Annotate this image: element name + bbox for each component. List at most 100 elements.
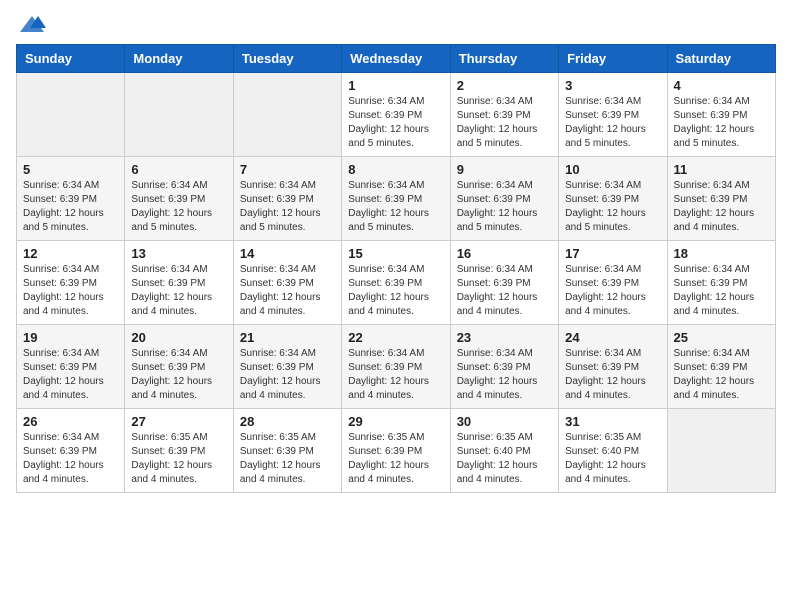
day-number: 2 <box>457 78 552 93</box>
day-number: 26 <box>23 414 118 429</box>
calendar-cell: 7 Sunrise: 6:34 AM Sunset: 6:39 PM Daylig… <box>233 157 341 241</box>
calendar-cell <box>233 73 341 157</box>
day-number: 30 <box>457 414 552 429</box>
calendar-cell: 14 Sunrise: 6:34 AM Sunset: 6:39 PM Dayli… <box>233 241 341 325</box>
day-number: 4 <box>674 78 769 93</box>
day-number: 23 <box>457 330 552 345</box>
day-number: 8 <box>348 162 443 177</box>
day-info: Sunrise: 6:34 AM Sunset: 6:39 PM Dayligh… <box>674 263 769 319</box>
calendar-cell: 30 Sunrise: 6:35 AM Sunset: 6:40 PM Dayli… <box>450 409 558 493</box>
calendar-weekday-header: Thursday <box>450 45 558 73</box>
calendar-header-row: SundayMondayTuesdayWednesdayThursdayFrid… <box>17 45 776 73</box>
day-info: Sunrise: 6:34 AM Sunset: 6:39 PM Dayligh… <box>565 179 660 235</box>
calendar-cell: 6 Sunrise: 6:34 AM Sunset: 6:39 PM Daylig… <box>125 157 233 241</box>
calendar-cell: 5 Sunrise: 6:34 AM Sunset: 6:39 PM Daylig… <box>17 157 125 241</box>
day-info: Sunrise: 6:34 AM Sunset: 6:39 PM Dayligh… <box>348 263 443 319</box>
day-info: Sunrise: 6:34 AM Sunset: 6:39 PM Dayligh… <box>348 347 443 403</box>
day-number: 22 <box>348 330 443 345</box>
day-info: Sunrise: 6:34 AM Sunset: 6:39 PM Dayligh… <box>674 347 769 403</box>
calendar-cell: 3Sunrise: 6:34 AM Sunset: 6:39 PM Daylig… <box>559 73 667 157</box>
day-number: 14 <box>240 246 335 261</box>
day-info: Sunrise: 6:34 AM Sunset: 6:39 PM Dayligh… <box>457 95 552 151</box>
calendar-week-row: 26Sunrise: 6:34 AM Sunset: 6:39 PM Dayli… <box>17 409 776 493</box>
calendar-cell <box>667 409 775 493</box>
day-info: Sunrise: 6:34 AM Sunset: 6:39 PM Dayligh… <box>565 263 660 319</box>
calendar-cell: 13 Sunrise: 6:34 AM Sunset: 6:39 PM Dayli… <box>125 241 233 325</box>
logo <box>16 16 46 32</box>
calendar-cell: 10 Sunrise: 6:34 AM Sunset: 6:39 PM Dayli… <box>559 157 667 241</box>
day-number: 6 <box>131 162 226 177</box>
day-number: 16 <box>457 246 552 261</box>
calendar-cell: 31 Sunrise: 6:35 AM Sunset: 6:40 PM Dayli… <box>559 409 667 493</box>
calendar-cell: 28Sunrise: 6:35 AM Sunset: 6:39 PM Dayli… <box>233 409 341 493</box>
calendar-cell: 11 Sunrise: 6:34 AM Sunset: 6:39 PM Dayli… <box>667 157 775 241</box>
calendar-cell: 16 Sunrise: 6:34 AM Sunset: 6:39 PM Dayli… <box>450 241 558 325</box>
logo-icon <box>18 14 46 34</box>
day-info: Sunrise: 6:35 AM Sunset: 6:40 PM Dayligh… <box>457 431 552 487</box>
calendar-cell: 22 Sunrise: 6:34 AM Sunset: 6:39 PM Dayli… <box>342 325 450 409</box>
calendar-cell: 20 Sunrise: 6:34 AM Sunset: 6:39 PM Dayli… <box>125 325 233 409</box>
day-info: Sunrise: 6:34 AM Sunset: 6:39 PM Dayligh… <box>240 263 335 319</box>
day-info: Sunrise: 6:34 AM Sunset: 6:39 PM Dayligh… <box>23 347 118 403</box>
day-info: Sunrise: 6:34 AM Sunset: 6:39 PM Dayligh… <box>240 179 335 235</box>
day-info: Sunrise: 6:34 AM Sunset: 6:39 PM Dayligh… <box>457 263 552 319</box>
calendar-cell: 29 Sunrise: 6:35 AM Sunset: 6:39 PM Dayli… <box>342 409 450 493</box>
day-number: 5 <box>23 162 118 177</box>
day-number: 25 <box>674 330 769 345</box>
day-number: 18 <box>674 246 769 261</box>
day-info: Sunrise: 6:34 AM Sunset: 6:39 PM Dayligh… <box>565 347 660 403</box>
day-info: Sunrise: 6:35 AM Sunset: 6:39 PM Dayligh… <box>348 431 443 487</box>
calendar-table: SundayMondayTuesdayWednesdayThursdayFrid… <box>16 44 776 493</box>
day-number: 1 <box>348 78 443 93</box>
day-number: 10 <box>565 162 660 177</box>
day-number: 17 <box>565 246 660 261</box>
day-number: 21 <box>240 330 335 345</box>
calendar-cell: 21 Sunrise: 6:34 AM Sunset: 6:39 PM Dayli… <box>233 325 341 409</box>
day-number: 12 <box>23 246 118 261</box>
day-info: Sunrise: 6:34 AM Sunset: 6:39 PM Dayligh… <box>23 179 118 235</box>
day-number: 19 <box>23 330 118 345</box>
calendar-cell: 23 Sunrise: 6:34 AM Sunset: 6:39 PM Dayli… <box>450 325 558 409</box>
calendar-cell: 19 Sunrise: 6:34 AM Sunset: 6:39 PM Dayli… <box>17 325 125 409</box>
day-number: 20 <box>131 330 226 345</box>
calendar-week-row: 12 Sunrise: 6:34 AM Sunset: 6:39 PM Dayli… <box>17 241 776 325</box>
calendar-cell: 25 Sunrise: 6:34 AM Sunset: 6:39 PM Dayli… <box>667 325 775 409</box>
calendar-cell: 15 Sunrise: 6:34 AM Sunset: 6:39 PM Dayli… <box>342 241 450 325</box>
day-info: Sunrise: 6:34 AM Sunset: 6:39 PM Dayligh… <box>240 347 335 403</box>
calendar-cell: 9 Sunrise: 6:34 AM Sunset: 6:39 PM Daylig… <box>450 157 558 241</box>
day-info: Sunrise: 6:34 AM Sunset: 6:39 PM Dayligh… <box>674 179 769 235</box>
day-info: Sunrise: 6:34 AM Sunset: 6:39 PM Dayligh… <box>457 179 552 235</box>
calendar-week-row: 19 Sunrise: 6:34 AM Sunset: 6:39 PM Dayli… <box>17 325 776 409</box>
day-number: 31 <box>565 414 660 429</box>
day-number: 11 <box>674 162 769 177</box>
day-number: 28 <box>240 414 335 429</box>
day-info: Sunrise: 6:34 AM Sunset: 6:39 PM Dayligh… <box>348 95 443 151</box>
calendar-weekday-header: Sunday <box>17 45 125 73</box>
day-info: Sunrise: 6:35 AM Sunset: 6:40 PM Dayligh… <box>565 431 660 487</box>
calendar-cell <box>17 73 125 157</box>
day-number: 15 <box>348 246 443 261</box>
day-number: 27 <box>131 414 226 429</box>
day-number: 9 <box>457 162 552 177</box>
day-info: Sunrise: 6:34 AM Sunset: 6:39 PM Dayligh… <box>131 263 226 319</box>
calendar-weekday-header: Monday <box>125 45 233 73</box>
day-info: Sunrise: 6:34 AM Sunset: 6:39 PM Dayligh… <box>131 179 226 235</box>
day-number: 7 <box>240 162 335 177</box>
calendar-cell: 2 Sunrise: 6:34 AM Sunset: 6:39 PM Daylig… <box>450 73 558 157</box>
day-info: Sunrise: 6:34 AM Sunset: 6:39 PM Dayligh… <box>348 179 443 235</box>
calendar-week-row: 1 Sunrise: 6:34 AM Sunset: 6:39 PM Daylig… <box>17 73 776 157</box>
day-info: Sunrise: 6:34 AM Sunset: 6:39 PM Dayligh… <box>131 347 226 403</box>
day-info: Sunrise: 6:34 AM Sunset: 6:39 PM Dayligh… <box>457 347 552 403</box>
calendar-cell: 24 Sunrise: 6:34 AM Sunset: 6:39 PM Dayli… <box>559 325 667 409</box>
day-info: Sunrise: 6:35 AM Sunset: 6:39 PM Dayligh… <box>131 431 226 487</box>
day-info: Sunrise: 6:34 AM Sunset: 6:39 PM Dayligh… <box>674 95 769 151</box>
calendar-cell: 1 Sunrise: 6:34 AM Sunset: 6:39 PM Daylig… <box>342 73 450 157</box>
calendar-cell: 18 Sunrise: 6:34 AM Sunset: 6:39 PM Dayli… <box>667 241 775 325</box>
calendar-weekday-header: Wednesday <box>342 45 450 73</box>
calendar-cell: 27 Sunrise: 6:35 AM Sunset: 6:39 PM Dayli… <box>125 409 233 493</box>
day-number: 24 <box>565 330 660 345</box>
calendar-cell: 26Sunrise: 6:34 AM Sunset: 6:39 PM Dayli… <box>17 409 125 493</box>
day-number: 13 <box>131 246 226 261</box>
calendar-cell: 4 Sunrise: 6:34 AM Sunset: 6:39 PM Daylig… <box>667 73 775 157</box>
day-number: 29 <box>348 414 443 429</box>
